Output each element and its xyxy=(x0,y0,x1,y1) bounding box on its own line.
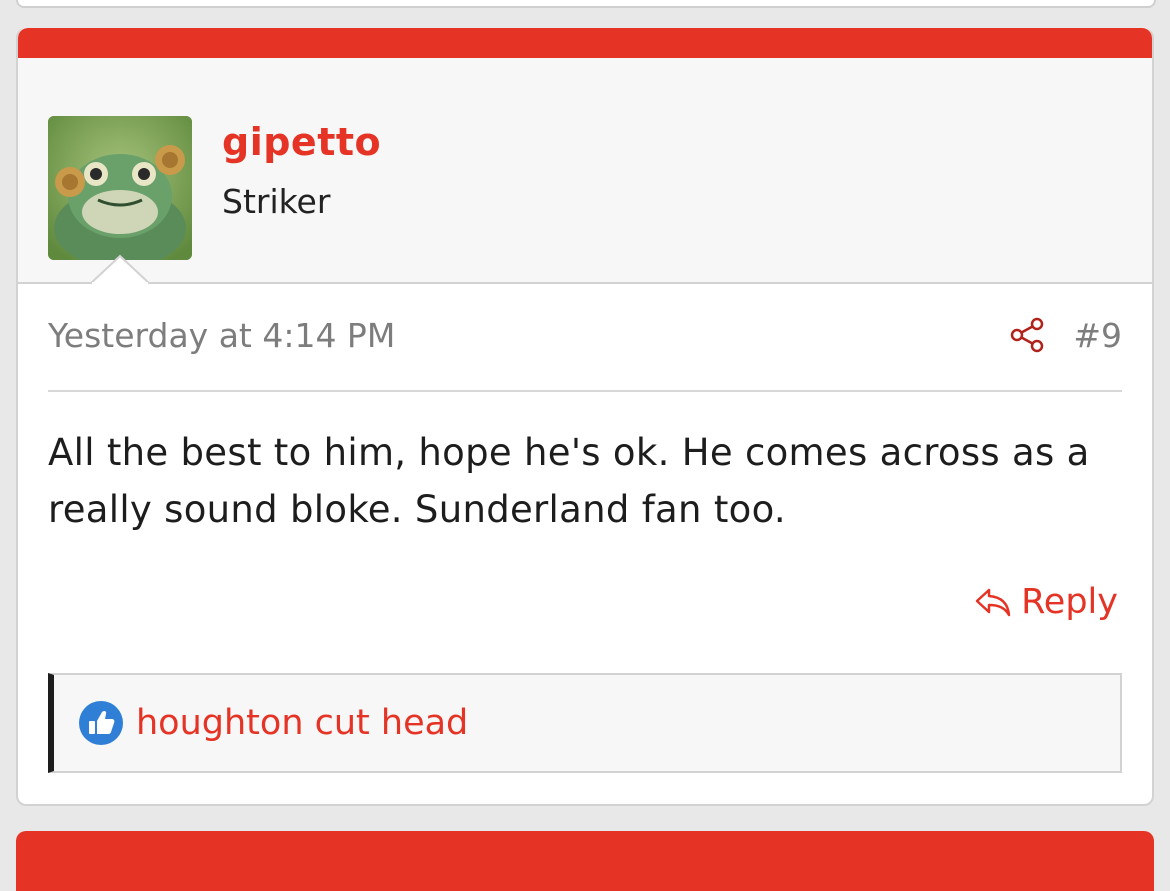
reply-icon xyxy=(975,588,1011,617)
username-link[interactable]: gipetto xyxy=(222,120,381,164)
post-body-line: really sound bloke. Sunderland fan too. xyxy=(48,488,786,531)
post-top-bar xyxy=(18,28,1152,58)
reply-label: Reply xyxy=(1021,582,1118,622)
post-body: All the best to him, hope he's ok. He co… xyxy=(48,424,1118,538)
next-post-top-bar xyxy=(16,831,1154,891)
user-info: gipetto Striker xyxy=(18,58,1152,284)
post-meta: Yesterday at 4:14 PM #9 xyxy=(48,284,1122,392)
reply-button[interactable]: Reply xyxy=(973,582,1118,622)
reactions-bar: houghton cut head xyxy=(48,673,1122,773)
user-title: Striker xyxy=(222,182,331,221)
share-icon[interactable] xyxy=(1008,316,1046,354)
post-body-line: All the best to him, hope he's ok. He co… xyxy=(48,431,1090,474)
user-block-pointer xyxy=(90,254,150,284)
thumbs-up-icon xyxy=(79,701,123,745)
post-number-link[interactable]: #9 xyxy=(1073,316,1122,355)
reaction-user-link[interactable]: houghton cut head xyxy=(136,703,468,743)
forum-post: gipetto Striker Yesterday at 4:14 PM #9 … xyxy=(16,28,1154,806)
previous-post-bottom xyxy=(16,0,1156,8)
post-date[interactable]: Yesterday at 4:14 PM xyxy=(48,316,395,355)
avatar[interactable] xyxy=(48,116,192,260)
